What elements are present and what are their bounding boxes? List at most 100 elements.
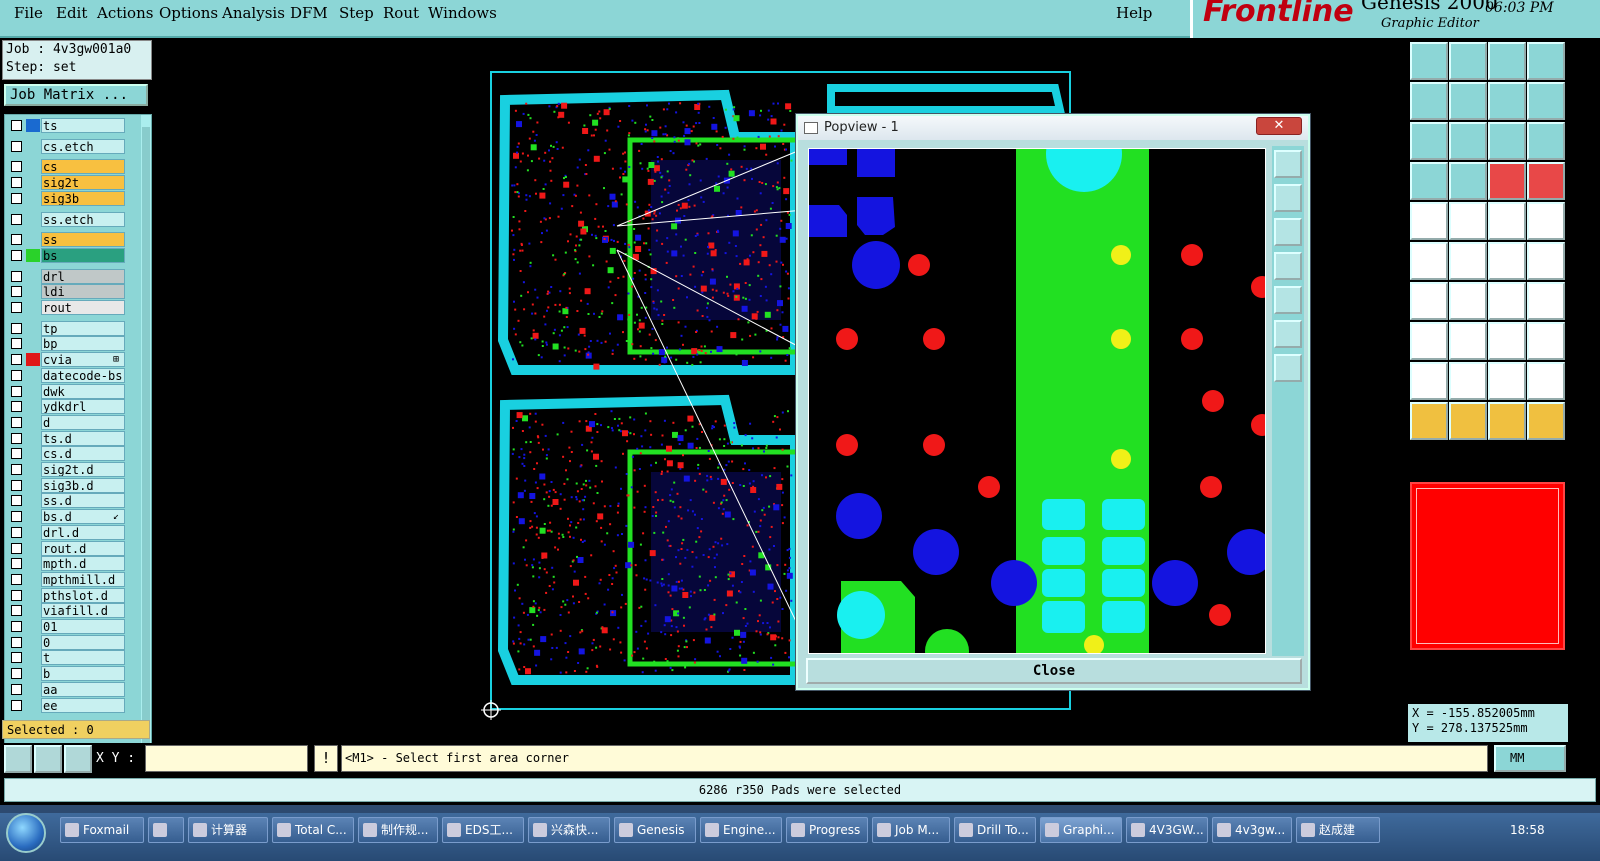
layer-name[interactable]: ydkdrl [41,399,125,415]
layer-name[interactable]: tp [41,320,125,336]
pan-right-icon[interactable] [1274,286,1302,314]
menu-edit[interactable]: Edit [56,3,87,23]
layer-name[interactable]: 0 [41,634,125,650]
layer-checkbox[interactable] [11,401,22,413]
layer-row-01[interactable]: 01 [5,619,139,634]
layer-name[interactable]: ss.etch [41,211,125,227]
layer-select-icon[interactable] [1488,162,1526,200]
add-line-icon[interactable] [1449,202,1487,240]
taskbar-button[interactable]: 4V3GW... [1126,817,1208,843]
layer-name[interactable]: b [41,666,125,682]
taskbar-button[interactable]: EDS工... [442,817,524,843]
layer-name[interactable]: drl [41,268,125,284]
layer-row-dwk[interactable]: dwk [5,383,139,399]
undo-zoom-icon[interactable] [1488,82,1526,120]
redraw-icon[interactable] [1527,82,1565,120]
layer-name[interactable]: ee [41,697,125,713]
layer-name[interactable]: bs [41,247,125,263]
layer-name[interactable]: viafill.d [41,603,125,619]
zoom-window-icon[interactable] [1274,150,1302,178]
measure-icon[interactable] [1488,322,1526,360]
layer-checkbox[interactable] [11,542,22,554]
menu-options[interactable]: Options [159,3,218,23]
layer-checkbox[interactable] [11,511,22,523]
layer-checkbox[interactable] [11,161,22,173]
layer-checkbox[interactable] [11,192,22,204]
layer-name[interactable]: t [41,650,125,666]
layer-name[interactable]: 01 [41,619,125,634]
pad-icon[interactable] [1527,202,1565,240]
job-matrix-button[interactable]: Job Matrix ... [4,84,148,106]
layer-row-b[interactable]: b [5,666,139,682]
taskbar-button[interactable]: 制作规... [358,817,438,843]
layer-checkbox[interactable] [11,605,22,617]
layer-checkbox[interactable] [11,636,22,648]
zoomed-pcb-view[interactable] [809,149,1266,654]
layer-row-cs-etch[interactable]: cs.etch [5,138,139,154]
layer-checkbox[interactable] [11,495,22,507]
layer-checkbox[interactable] [11,699,22,711]
zoom-in-icon[interactable] [1274,354,1302,382]
layer-checkbox[interactable] [11,338,22,350]
layer-row-pthslot-d[interactable]: pthslot.d [5,587,139,603]
taskbar-button[interactable]: 兴森快... [528,817,610,843]
layer-row-drl[interactable]: drl [5,268,139,284]
polygon-icon[interactable] [1488,362,1526,400]
menu-file[interactable]: File [14,3,43,23]
layer-row-ts-d[interactable]: ts.d [5,430,139,446]
layer-name[interactable]: dwk [41,383,125,399]
layer-row-sig2t[interactable]: sig2t [5,175,139,191]
line-break-icon[interactable] [1449,322,1487,360]
copy-icon[interactable] [1527,242,1565,280]
taskbar-button[interactable]: Engine... [700,817,782,843]
layer-toggle-icon[interactable] [1527,162,1565,200]
select-icon[interactable] [1410,402,1448,440]
layer-scrollbar[interactable] [141,115,151,757]
slope-line-icon[interactable] [1410,282,1448,320]
start-button[interactable] [6,813,46,853]
connect-icon[interactable] [1410,242,1448,280]
layer-checkbox[interactable] [11,464,22,475]
menu-actions[interactable]: Actions [97,3,153,23]
layer-row-0[interactable]: 0 [5,634,139,650]
units-selector[interactable]: MM [1494,745,1566,772]
layer-name[interactable]: mpthmill.d [41,571,125,587]
layer-checkbox[interactable] [11,668,22,680]
scrollbar-thumb[interactable] [142,127,150,747]
layer-row-bs[interactable]: bs [5,247,139,263]
diagonal-line-icon[interactable] [1449,282,1487,320]
layer-checkbox[interactable] [11,573,22,585]
ruler-icon[interactable] [1488,202,1526,240]
move-icon[interactable] [1488,242,1526,280]
layer-color-swatch[interactable] [26,248,40,262]
layer-name[interactable]: cs.etch [41,138,125,154]
layer-name[interactable]: rout.d [41,540,125,556]
layer-checkbox[interactable] [11,234,22,246]
menu-analysis[interactable]: Analysis [222,3,285,23]
layer-checkbox[interactable] [11,322,22,334]
layer-name[interactable]: drl.d [41,524,125,540]
layer-checkbox[interactable] [11,479,22,491]
zoom-out-icon[interactable] [1274,320,1302,348]
mirror-icon[interactable] [1527,282,1565,320]
layer-checkbox[interactable] [11,177,22,189]
layer-row-sig2t-d[interactable]: sig2t.d [5,462,139,477]
layer-name[interactable]: ldi [41,284,125,300]
zoom-home-icon[interactable] [1449,42,1487,80]
layer-name[interactable]: ss.d [41,493,125,509]
layer-checkbox[interactable] [11,416,22,428]
add-pad-icon[interactable] [1410,202,1448,240]
layer-checkbox[interactable] [11,213,22,225]
layer-row-d[interactable]: d [5,414,139,430]
triangle-icon[interactable] [1410,362,1448,400]
snap-settings-icon[interactable] [1410,162,1448,200]
layer-row-rout-d[interactable]: rout.d [5,540,139,556]
layer-row-mpthmill-d[interactable]: mpthmill.d [5,571,139,587]
taskbar-button[interactable]: Foxmail [60,817,144,843]
layer-name[interactable]: sig2t.d [41,462,125,477]
grid-icon[interactable] [64,745,92,773]
layer-name[interactable]: sig3b.d [41,477,125,493]
layer-row-sig3b-d[interactable]: sig3b.d [5,477,139,493]
menu-rout[interactable]: Rout [383,3,419,23]
layer-row-rout[interactable]: rout [5,300,139,315]
